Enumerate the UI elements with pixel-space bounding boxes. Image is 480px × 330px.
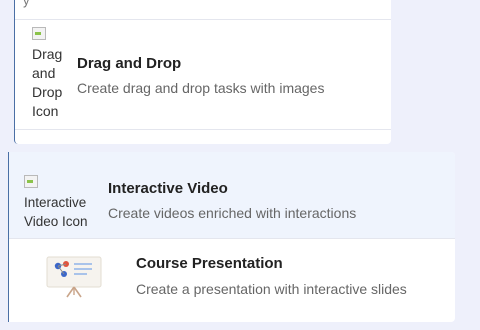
course-presentation-title: Course Presentation xyxy=(136,255,283,272)
course-presentation-description: Create a presentation with interactive s… xyxy=(136,281,407,297)
drag-drop-title: Drag and Drop xyxy=(77,55,182,72)
content-type-card-top: y Drag and Drop Icon Drag and Drop Creat… xyxy=(14,0,391,144)
alt-line: Drag xyxy=(32,46,63,62)
interactive-video-broken-image-icon: Interactive Video Icon xyxy=(24,174,104,231)
interactive-video-title: Interactive Video xyxy=(108,180,228,197)
broken-image-icon xyxy=(24,175,38,188)
content-type-card-bottom: Interactive Video Icon Interactive Video… xyxy=(8,152,455,322)
interactive-video-description: Create videos enriched with interactions xyxy=(108,205,357,221)
divider xyxy=(15,129,391,130)
truncated-row-text: y xyxy=(23,0,30,8)
drag-drop-description: Create drag and drop tasks with images xyxy=(77,80,325,96)
content-type-drag-and-drop[interactable]: Drag and Drop Icon Drag and Drop Create … xyxy=(15,20,391,128)
alt-line: Interactive xyxy=(24,195,87,210)
alt-line: Icon xyxy=(32,103,59,119)
alt-line: and xyxy=(32,65,56,81)
broken-image-icon xyxy=(32,27,46,40)
alt-line: Drop xyxy=(32,84,63,100)
content-type-course-presentation[interactable]: Course Presentation Create a presentatio… xyxy=(9,239,455,322)
truncated-row: y xyxy=(15,0,391,20)
drag-drop-broken-image-icon: Drag and Drop Icon xyxy=(32,26,74,121)
presentation-easel-icon xyxy=(46,256,102,298)
content-type-interactive-video[interactable]: Interactive Video Icon Interactive Video… xyxy=(9,152,455,239)
alt-line: Video Icon xyxy=(24,214,88,229)
